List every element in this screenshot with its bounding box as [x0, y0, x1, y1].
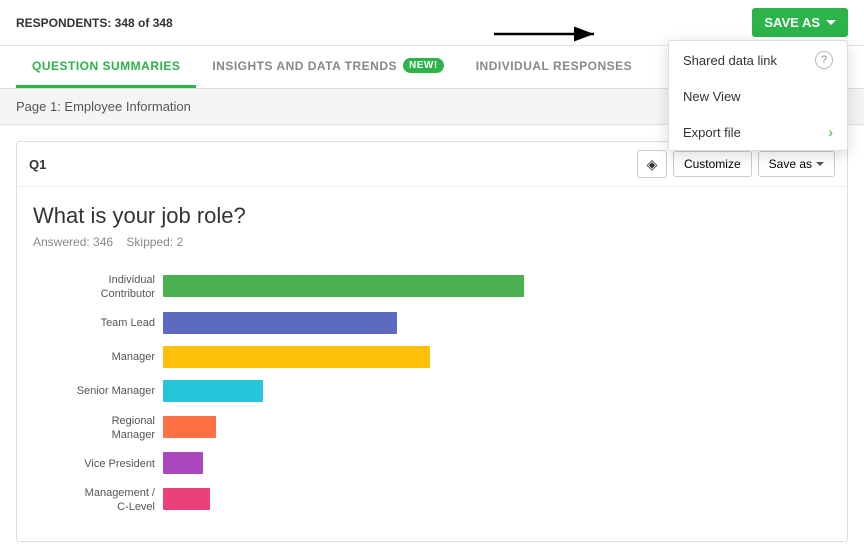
chart-area: IndividualContributor Team Lead Manager Sen…	[17, 269, 847, 541]
chart-bar	[163, 416, 216, 438]
tab-individual-responses[interactable]: INDIVIDUAL RESPONSES	[460, 47, 648, 88]
question-card: Q1 ◈ Customize Save as What is your job …	[16, 141, 848, 542]
chart-label: IndividualContributor	[33, 273, 163, 302]
help-icon[interactable]: ?	[815, 51, 833, 69]
tab-question-summaries[interactable]: QUESTION SUMMARIES	[16, 47, 196, 88]
chart-label: Senior Manager	[33, 384, 163, 398]
question-actions: ◈ Customize Save as	[637, 150, 835, 178]
chart-row: Team Lead	[33, 312, 831, 336]
question-title: What is your job role?	[33, 203, 831, 229]
question-body: What is your job role? Answered: 346 Ski…	[17, 187, 847, 269]
chart-label: Management /C-Level	[33, 486, 163, 515]
save-as-dropdown: Shared data link ? New View Export file …	[668, 40, 848, 151]
chart-bar-wrap	[163, 488, 831, 512]
chart-bar-wrap	[163, 416, 831, 440]
chart-label: Vice President	[33, 457, 163, 471]
new-badge: NEW!	[403, 58, 444, 73]
chart-bar-wrap	[163, 312, 831, 336]
settings-icon-button[interactable]: ◈	[637, 150, 667, 178]
question-meta: Answered: 346 Skipped: 2	[33, 235, 831, 249]
chart-bar-wrap	[163, 346, 831, 370]
chart-label: RegionalManager	[33, 414, 163, 443]
chart-bar	[163, 380, 263, 402]
chart-bar	[163, 346, 430, 368]
chart-label: Manager	[33, 350, 163, 364]
arrow-annotation	[484, 19, 604, 49]
respondents-label: RESPONDENTS: 348 of 348	[16, 16, 173, 30]
chart-row: Vice President	[33, 452, 831, 476]
question-number: Q1	[29, 157, 46, 172]
diamond-icon: ◈	[647, 156, 658, 173]
new-view-item[interactable]: New View	[669, 79, 847, 114]
shared-data-link-item[interactable]: Shared data link ?	[669, 41, 847, 79]
main-content: Q1 ◈ Customize Save as What is your job …	[0, 125, 864, 558]
chart-row: IndividualContributor	[33, 273, 831, 302]
chart-row: RegionalManager	[33, 414, 831, 443]
customize-button[interactable]: Customize	[673, 151, 752, 177]
chart-row: Senior Manager	[33, 380, 831, 404]
chart-bar-wrap	[163, 275, 831, 299]
chart-bar	[163, 452, 203, 474]
chart-label: Team Lead	[33, 316, 163, 330]
save-as-small-button[interactable]: Save as	[758, 151, 835, 177]
chart-row: Manager	[33, 346, 831, 370]
chart-bar	[163, 312, 397, 334]
chart-bar	[163, 488, 210, 510]
save-as-caret-icon	[826, 20, 836, 25]
tab-insights-and-data-trends[interactable]: INSIGHTS AND DATA TRENDS NEW!	[196, 46, 459, 88]
save-as-button[interactable]: SAVE AS	[752, 8, 848, 37]
export-file-item[interactable]: Export file ›	[669, 114, 847, 150]
small-caret-icon	[816, 162, 824, 166]
chart-bar-wrap	[163, 452, 831, 476]
chart-bar-wrap	[163, 380, 831, 404]
chart-row: Management /C-Level	[33, 486, 831, 515]
chart-bar	[163, 275, 524, 297]
chevron-right-icon: ›	[828, 124, 833, 140]
